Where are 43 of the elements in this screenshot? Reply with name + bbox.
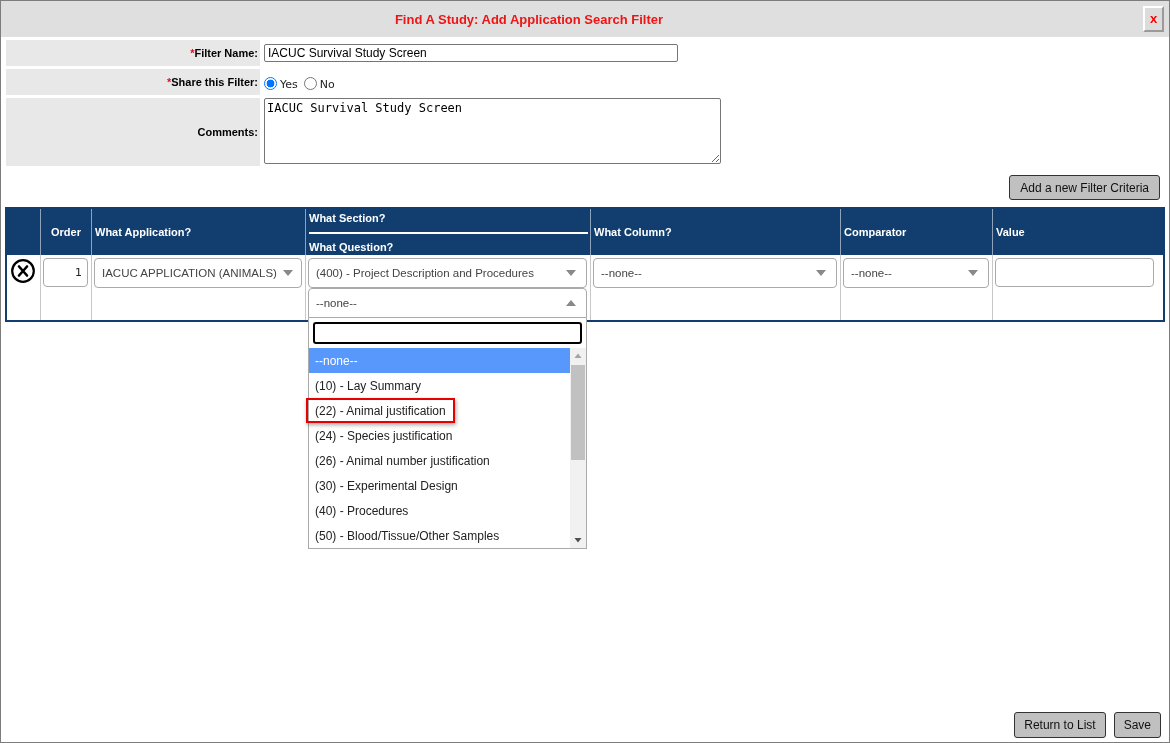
field-label: *Filter Name: [6,40,260,66]
select-field[interactable]: (400) - Project Description and Procedures [308,258,587,288]
comments-field[interactable]: IACUC Survival Study Screen [264,98,721,164]
select-field[interactable]: --none-- [308,288,587,318]
footer-button[interactable]: Save [1113,712,1161,738]
radio-label[interactable]: No [319,78,335,91]
x-circle-icon[interactable] [11,259,35,283]
dropdown-option[interactable]: (10) - Lay Summary [309,373,570,398]
column-header: Comparator [840,209,992,255]
dropdown-option[interactable]: (26) - Animal number justification [309,448,570,473]
footer-button[interactable]: Return to List [1014,712,1106,738]
caret-down-icon [282,270,293,276]
caret-down-icon [816,270,826,276]
dropdown-option[interactable]: (40) - Procedures [309,498,570,523]
search-field[interactable] [313,322,582,344]
caret-down-icon [566,270,576,276]
value-input[interactable] [995,258,1154,287]
select-field[interactable]: --none-- [593,258,837,288]
column-header: What Question? [309,241,395,253]
add-criteria-button[interactable]: Add a new Filter Criteria [1009,175,1160,200]
select-field[interactable]: --none-- [843,258,989,288]
order-input[interactable]: 1 [43,258,88,287]
dropdown-option[interactable]: (30) - Experimental Design [309,473,570,498]
column-header: Order [40,209,91,255]
annotation-frame: (22) - Animal justification [306,398,455,423]
text-input[interactable]: IACUC Survival Study Screen [264,44,678,62]
field-label: *Share this Filter: [6,69,260,95]
column-header: What Application? [91,209,305,255]
window-title: Find A Study: Add Application Search Filter [393,11,665,27]
radio-button[interactable] [264,77,277,90]
caret-up-icon [566,300,576,306]
radio-button[interactable] [303,77,317,90]
column-header: What Column? [590,209,840,255]
caret-down-icon [968,270,978,276]
field-label: Comments: [6,98,260,166]
column-header: What Section? [309,212,387,224]
dropdown-option[interactable]: (50) - Blood/Tissue/Other Samples [309,523,570,548]
dropdown-option[interactable]: (24) - Species justification [309,423,570,448]
dropdown-option[interactable]: (22) - Animal justification [309,398,570,423]
radio-label[interactable]: Yes [280,78,298,91]
scrollbar[interactable] [570,348,586,548]
select-field[interactable]: IACUC APPLICATION (ANIMALS) [94,258,302,288]
column-header: Value [992,209,1163,255]
